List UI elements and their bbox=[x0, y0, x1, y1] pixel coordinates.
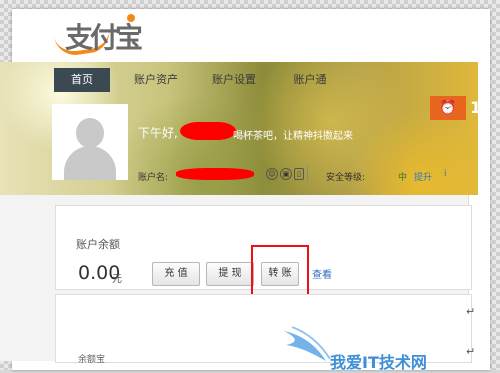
alarm-clock-icon[interactable]: ⏰ bbox=[430, 96, 466, 120]
redaction-mark bbox=[176, 168, 254, 180]
info-icon[interactable]: i bbox=[444, 169, 447, 179]
greeting-text: 下午好, bbox=[138, 126, 178, 140]
id-icon[interactable]: ▣ bbox=[280, 168, 292, 180]
security-level-label: 安全等级: bbox=[326, 173, 366, 183]
alipay-logo[interactable]: 支付宝 bbox=[53, 10, 155, 58]
user-icon[interactable]: ☺ bbox=[266, 168, 278, 180]
avatar-head bbox=[76, 118, 104, 148]
avatar-body bbox=[64, 146, 116, 180]
security-level-value: 中 bbox=[398, 173, 408, 183]
logo-dot bbox=[127, 14, 135, 22]
logo-text: 支付宝 bbox=[65, 21, 143, 54]
greeting-message: 喝杯茶吧，让精神抖擞起来 bbox=[233, 131, 353, 142]
redaction-mark bbox=[180, 122, 236, 140]
nav-item-account-settings[interactable]: 账户设置 bbox=[202, 68, 266, 92]
avatar[interactable] bbox=[52, 104, 128, 180]
watermark-text: 我爱IT技术网 bbox=[330, 353, 427, 372]
nav-item-account-assets[interactable]: 账户资产 bbox=[124, 68, 188, 92]
watermark: 我爱IT技术网 bbox=[282, 325, 472, 372]
nav-item-account-link[interactable]: 账户通 bbox=[282, 68, 338, 92]
recharge-button[interactable]: 充 值 bbox=[152, 262, 200, 286]
phone-icon[interactable]: ▯ bbox=[294, 168, 304, 180]
view-link[interactable]: 查看 bbox=[312, 266, 332, 281]
main-nav: 首页 账户资产 账户设置 账户通 bbox=[0, 62, 478, 92]
notice-count: 1 bbox=[470, 98, 482, 117]
withdraw-button[interactable]: 提 现 bbox=[206, 262, 254, 286]
enter-icon: ↵ bbox=[466, 305, 476, 318]
balance-unit: 元 bbox=[112, 274, 122, 285]
divider bbox=[307, 165, 308, 181]
account-name-label: 账户名: bbox=[138, 173, 169, 183]
yuebao-label: 余额宝 bbox=[78, 355, 106, 365]
security-upgrade-link[interactable]: 提升 bbox=[414, 170, 432, 183]
nav-item-home[interactable]: 首页 bbox=[54, 68, 110, 92]
balance-title: 账户余额 bbox=[76, 238, 120, 251]
